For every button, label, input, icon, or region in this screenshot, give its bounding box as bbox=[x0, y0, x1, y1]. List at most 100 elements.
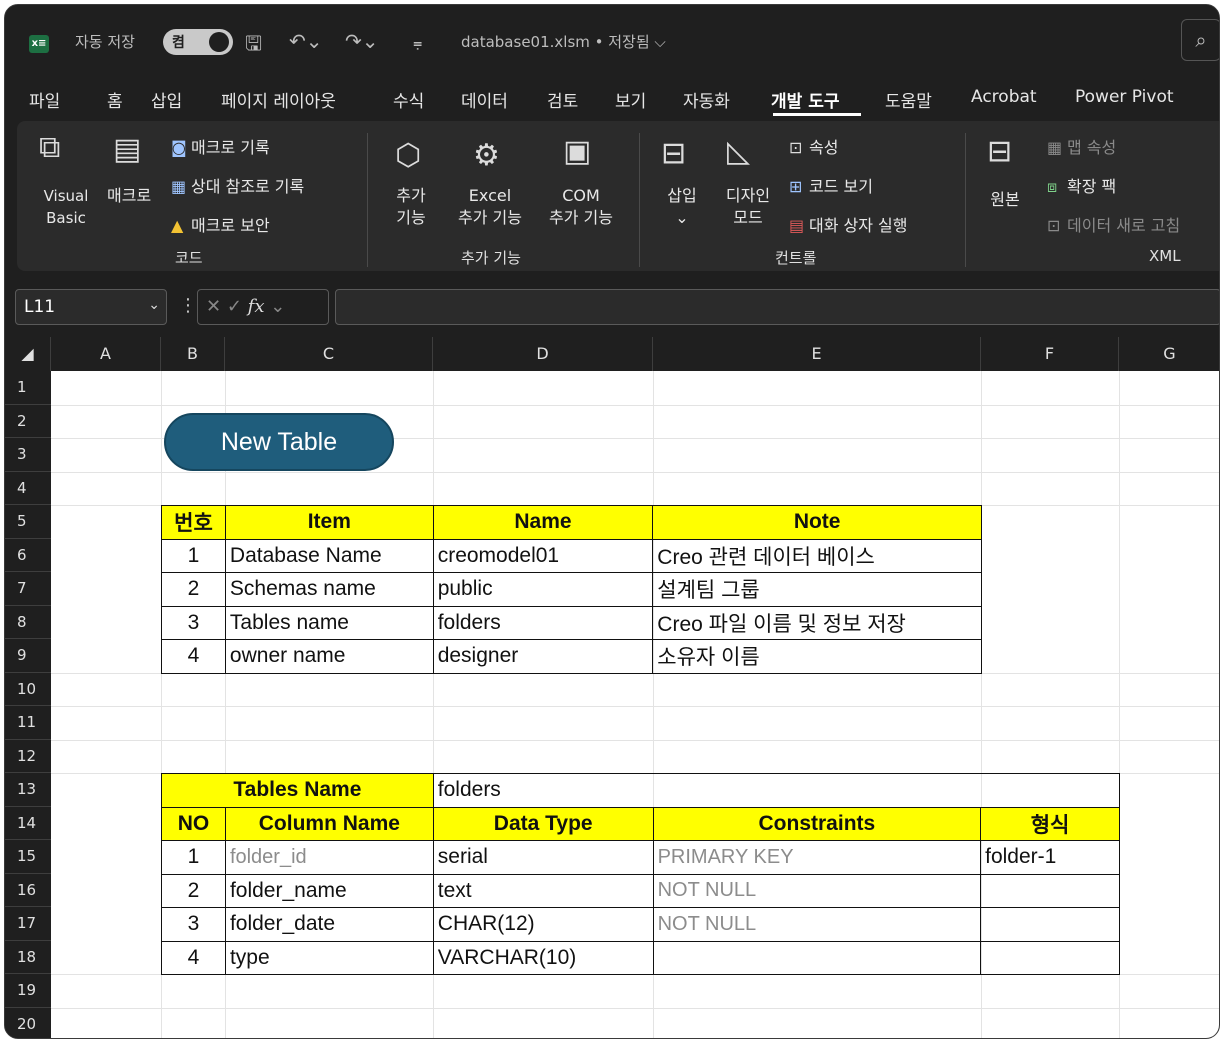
table-cell[interactable]: 2 bbox=[161, 873, 226, 908]
column-header-d[interactable]: D bbox=[433, 337, 653, 371]
tables-name-label[interactable]: Tables Name bbox=[161, 773, 434, 808]
menu-view[interactable]: 보기 bbox=[615, 87, 646, 112]
table-cell[interactable]: creomodel01 bbox=[432, 538, 654, 573]
expansion-packs-button[interactable]: ⧈ 확장 팩 bbox=[1047, 176, 1116, 198]
row-header[interactable]: 9 bbox=[5, 639, 51, 673]
menu-automate[interactable]: 자동화 bbox=[683, 87, 730, 112]
search-icon[interactable]: ⌕ bbox=[1181, 19, 1219, 61]
table-cell[interactable] bbox=[980, 907, 1120, 942]
column-header-f[interactable]: F bbox=[981, 337, 1119, 371]
save-icon[interactable]: 🖫 bbox=[245, 29, 262, 63]
header-item[interactable]: Item bbox=[224, 505, 434, 540]
column-header-a[interactable]: A bbox=[51, 337, 161, 371]
menu-data[interactable]: 데이터 bbox=[461, 87, 508, 112]
table-cell[interactable] bbox=[652, 940, 982, 975]
row-header[interactable]: 19 bbox=[5, 974, 51, 1008]
menu-acrobat[interactable]: Acrobat bbox=[971, 87, 1037, 107]
menu-insert[interactable]: 삽입 bbox=[151, 87, 182, 112]
com-addins-button[interactable]: COM 추가 기능 bbox=[539, 185, 623, 229]
column-header-g[interactable]: G bbox=[1119, 337, 1219, 371]
table-cell[interactable] bbox=[980, 873, 1120, 908]
row-header[interactable]: 13 bbox=[5, 773, 51, 807]
view-code-button[interactable]: ⊞ 코드 보기 bbox=[789, 176, 873, 198]
addins-button[interactable]: 추가 기능 bbox=[383, 185, 439, 229]
menu-help[interactable]: 도움말 bbox=[885, 87, 932, 112]
macro-button[interactable]: 매크로 bbox=[107, 185, 151, 207]
header-constraints[interactable]: Constraints bbox=[652, 806, 982, 841]
table-cell[interactable]: Tables name bbox=[224, 605, 434, 640]
menu-page-layout[interactable]: 페이지 레이아웃 bbox=[221, 87, 336, 112]
table-cell[interactable]: 4 bbox=[161, 639, 226, 674]
customize-toolbar-icon[interactable]: ⩦ bbox=[413, 33, 422, 53]
properties-button[interactable]: ⊡ 속성 bbox=[789, 137, 838, 159]
record-macro-button[interactable]: ◙ 매크로 기록 bbox=[171, 137, 270, 159]
tables-name-value[interactable]: folders bbox=[432, 773, 1121, 808]
table-cell[interactable]: owner name bbox=[224, 639, 434, 674]
menu-file[interactable]: 파일 bbox=[29, 87, 60, 112]
autosave-toggle[interactable]: 켬 bbox=[163, 29, 233, 55]
table-cell[interactable]: CHAR(12) bbox=[432, 907, 654, 942]
menu-power-pivot[interactable]: Power Pivot bbox=[1075, 87, 1174, 107]
run-dialog-button[interactable]: ▤ 대화 상자 실행 bbox=[789, 215, 908, 237]
menu-formulas[interactable]: 수식 bbox=[393, 87, 424, 112]
formula-input[interactable] bbox=[335, 289, 1219, 325]
design-mode-button[interactable]: 디자인 모드 bbox=[713, 185, 783, 229]
chevron-down-icon[interactable]: ⌄ bbox=[270, 296, 285, 317]
row-header[interactable]: 15 bbox=[5, 840, 51, 874]
refresh-data-button[interactable]: ⊡ 데이터 새로 고침 bbox=[1047, 215, 1180, 237]
row-header[interactable]: 16 bbox=[5, 874, 51, 907]
table-cell[interactable]: 3 bbox=[161, 907, 226, 942]
row-header[interactable]: 17 bbox=[5, 907, 51, 941]
select-all-corner[interactable]: ◢ bbox=[5, 337, 51, 371]
table-cell[interactable]: folder_date bbox=[224, 907, 434, 942]
excel-addins-button[interactable]: Excel 추가 기능 bbox=[445, 185, 535, 229]
table-cell[interactable]: 설계팀 그룹 bbox=[652, 572, 982, 607]
row-header[interactable]: 14 bbox=[5, 807, 51, 840]
table-cell[interactable]: VARCHAR(10) bbox=[432, 940, 654, 975]
relative-reference-button[interactable]: ▦ 상대 참조로 기록 bbox=[171, 176, 304, 198]
file-name[interactable]: database01.xlsm • 저장됨 ⌵ bbox=[461, 31, 666, 52]
header-name[interactable]: Name bbox=[432, 505, 654, 540]
row-header[interactable]: 18 bbox=[5, 941, 51, 974]
table-cell[interactable]: folders bbox=[432, 605, 654, 640]
more-options-icon[interactable]: ⋮ bbox=[179, 295, 197, 316]
row-header[interactable]: 4 bbox=[5, 472, 51, 505]
table-cell[interactable]: 2 bbox=[161, 572, 226, 607]
table-cell[interactable]: public bbox=[432, 572, 654, 607]
header-format[interactable]: 형식 bbox=[980, 806, 1120, 841]
column-header-b[interactable]: B bbox=[161, 337, 225, 371]
table-cell[interactable]: 4 bbox=[161, 940, 226, 975]
table-cell[interactable]: folder-1 bbox=[980, 840, 1120, 875]
column-header-c[interactable]: C bbox=[225, 337, 433, 371]
header-no[interactable]: NO bbox=[161, 806, 226, 841]
visual-basic-button[interactable]: Visual Basic bbox=[31, 185, 101, 229]
menu-review[interactable]: 검토 bbox=[547, 87, 578, 112]
name-box[interactable]: L11 ⌄ bbox=[15, 289, 167, 325]
menu-developer[interactable]: 개발 도구 bbox=[771, 87, 839, 112]
cancel-icon[interactable]: ✕ bbox=[206, 296, 221, 317]
table-cell[interactable]: serial bbox=[432, 840, 654, 875]
table-cell[interactable]: NOT NULL bbox=[652, 873, 982, 908]
table-cell[interactable]: folder_id bbox=[224, 840, 434, 875]
row-header[interactable]: 10 bbox=[5, 673, 51, 706]
map-properties-button[interactable]: ▦ 맵 속성 bbox=[1047, 137, 1116, 159]
table-cell[interactable]: designer bbox=[432, 639, 654, 674]
table-cell[interactable]: type bbox=[224, 940, 434, 975]
table-cell[interactable] bbox=[980, 940, 1120, 975]
row-header[interactable]: 6 bbox=[5, 539, 51, 572]
table-cell[interactable]: Database Name bbox=[224, 538, 434, 573]
table-cell[interactable]: Schemas name bbox=[224, 572, 434, 607]
table-cell[interactable]: 소유자 이름 bbox=[652, 639, 982, 674]
row-header[interactable]: 1 bbox=[5, 371, 51, 405]
row-header[interactable]: 20 bbox=[5, 1008, 51, 1039]
table-cell[interactable]: NOT NULL bbox=[652, 907, 982, 942]
column-header-e[interactable]: E bbox=[653, 337, 981, 371]
new-table-button[interactable]: New Table bbox=[164, 413, 394, 471]
row-header[interactable]: 2 bbox=[5, 405, 51, 438]
header-note[interactable]: Note bbox=[652, 505, 982, 540]
table-cell[interactable]: Creo 파일 이름 및 정보 저장 bbox=[652, 605, 982, 640]
table-cell[interactable]: PRIMARY KEY bbox=[652, 840, 982, 875]
enter-icon[interactable]: ✓ bbox=[227, 296, 242, 317]
header-data-type[interactable]: Data Type bbox=[432, 806, 654, 841]
worksheet[interactable]: New Table 번호 Item Name Note 1 Database N… bbox=[51, 371, 1219, 1038]
